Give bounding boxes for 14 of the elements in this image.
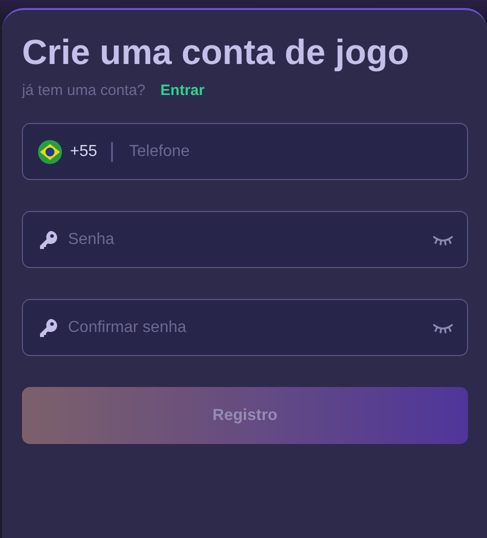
password-field[interactable]: Senha [22, 211, 468, 268]
subtitle-text: já tem uma conta? [22, 82, 146, 99]
brazil-flag-icon [38, 140, 62, 164]
country-code[interactable]: +55 [70, 142, 98, 160]
phone-field[interactable]: +55 Telefone [22, 123, 468, 180]
password-field[interactable]: Confirmar senha [22, 299, 468, 356]
page-title: Crie uma conta de jogo [22, 32, 410, 74]
password-input[interactable]: Senha [66, 230, 425, 250]
key-icon [38, 230, 58, 250]
password-input[interactable]: Confirmar senha [66, 318, 425, 338]
login-link[interactable]: Entrar [160, 82, 205, 99]
eye-closed-icon[interactable] [433, 322, 453, 334]
key-icon [38, 318, 58, 338]
eye-closed-icon[interactable] [433, 234, 453, 246]
